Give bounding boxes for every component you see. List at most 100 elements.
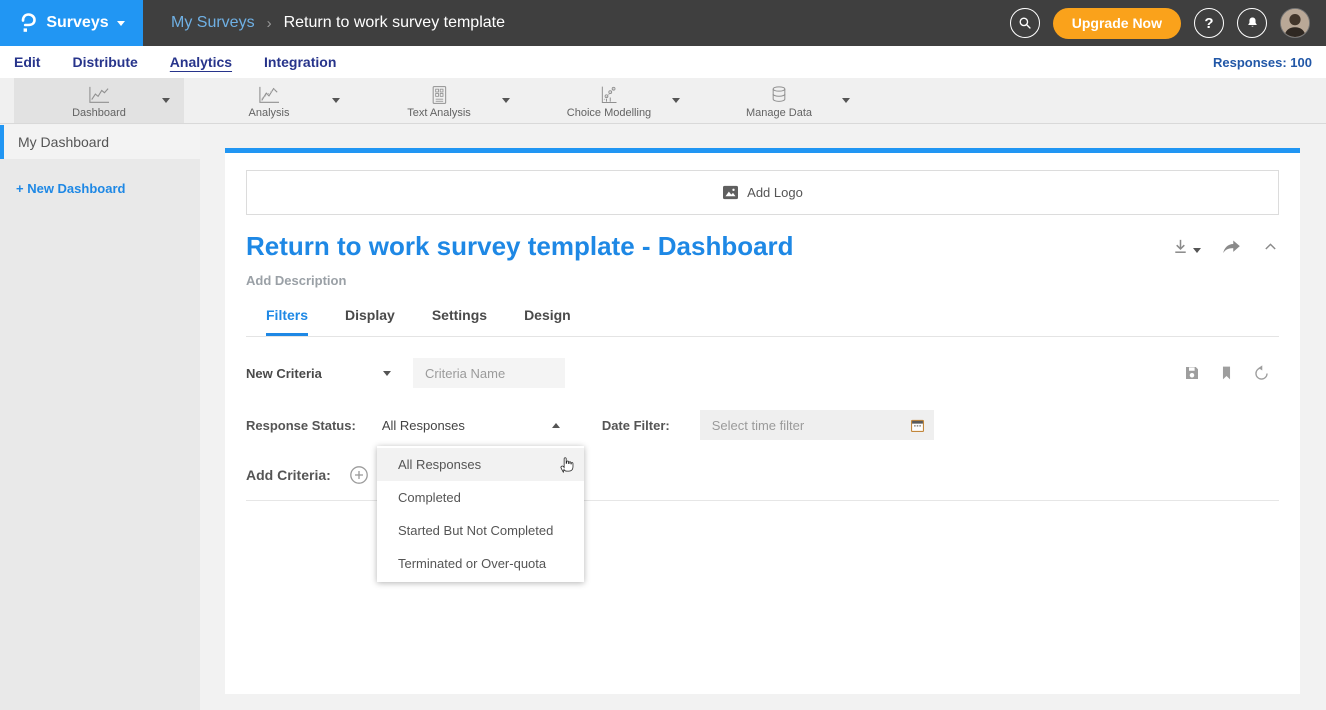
toolbar-item-analysis[interactable]: Analysis — [184, 78, 354, 123]
top-header: Surveys My Surveys › Return to work surv… — [0, 0, 1326, 46]
chevron-down-icon — [383, 371, 391, 376]
collapse-button[interactable] — [1262, 238, 1279, 255]
sidebar-item-label: My Dashboard — [18, 134, 109, 150]
brand-p-logo — [18, 12, 38, 34]
dropdown-option-started-not-completed[interactable]: Started But Not Completed — [377, 514, 584, 547]
toolbar-item-text-analysis[interactable]: Text Analysis — [354, 78, 524, 123]
save-icon — [1183, 364, 1201, 382]
toolbar-item-choice-modelling[interactable]: Choice Modelling — [524, 78, 694, 123]
dropdown-option-completed[interactable]: Completed — [377, 481, 584, 514]
toolbar-item-label: Text Analysis — [407, 107, 471, 119]
scatter-chart-icon — [598, 85, 620, 105]
filter-row: Response Status: All Responses Date Filt… — [246, 410, 1279, 440]
chevron-down-icon — [117, 21, 125, 26]
help-button[interactable]: ? — [1194, 8, 1224, 38]
nav-tab-edit[interactable]: Edit — [14, 54, 40, 70]
add-criteria-button[interactable] — [349, 465, 369, 485]
analytics-toolbar: Dashboard Analysis Text Analysis — [0, 78, 1326, 124]
line-chart-icon — [85, 85, 113, 105]
new-dashboard-link[interactable]: + New Dashboard — [16, 181, 125, 196]
tab-settings[interactable]: Settings — [432, 307, 487, 336]
chevron-up-icon — [1262, 238, 1279, 255]
add-logo-label: Add Logo — [747, 185, 803, 200]
date-filter-label: Date Filter: — [602, 418, 670, 433]
chevron-down-icon[interactable] — [502, 98, 510, 103]
page-title[interactable]: Return to work survey template - Dashboa… — [246, 231, 794, 262]
share-icon — [1221, 238, 1242, 256]
toolbar-item-label: Analysis — [249, 107, 290, 119]
toolbar-item-manage-data[interactable]: Manage Data — [694, 78, 864, 123]
notifications-button[interactable] — [1237, 8, 1267, 38]
chevron-down-icon[interactable] — [332, 98, 340, 103]
sidebar-item-my-dashboard[interactable]: My Dashboard — [0, 125, 200, 159]
bell-icon — [1245, 15, 1260, 31]
bookmark-icon — [1218, 364, 1235, 382]
criteria-actions — [1183, 364, 1271, 383]
criteria-name-input[interactable] — [413, 358, 565, 388]
breadcrumb: My Surveys › Return to work survey templ… — [171, 14, 505, 32]
response-status-dropdown: All Responses Completed Started But Not … — [377, 446, 584, 582]
response-status-value: All Responses — [382, 418, 465, 433]
criteria-row: New Criteria — [246, 358, 1279, 388]
brand-menu[interactable]: Surveys — [0, 0, 143, 46]
settings-tabs: Filters Display Settings Design — [246, 307, 1279, 337]
trend-chart-icon — [255, 85, 283, 105]
nav-tab-integration[interactable]: Integration — [264, 54, 336, 70]
dropdown-option-all-responses[interactable]: All Responses — [377, 448, 584, 481]
dashboard-sidebar: My Dashboard + New Dashboard — [0, 125, 200, 710]
title-row: Return to work survey template - Dashboa… — [246, 231, 1279, 262]
dropdown-option-terminated-overquota[interactable]: Terminated or Over-quota — [377, 547, 584, 580]
dropdown-option-label: Completed — [398, 490, 461, 505]
download-button[interactable] — [1171, 237, 1201, 256]
response-status-select[interactable]: All Responses — [382, 418, 560, 433]
search-icon — [1017, 15, 1033, 31]
chevron-down-icon[interactable] — [842, 98, 850, 103]
save-criteria-button[interactable] — [1183, 364, 1201, 382]
dashboard-panel: Add Logo Return to work survey template … — [225, 148, 1300, 694]
date-filter-field[interactable] — [700, 410, 934, 440]
dropdown-option-label: Started But Not Completed — [398, 523, 553, 538]
tab-display[interactable]: Display — [345, 307, 395, 336]
nav-tab-distribute[interactable]: Distribute — [72, 54, 137, 70]
add-logo-button[interactable]: Add Logo — [246, 170, 1279, 215]
image-icon — [722, 185, 739, 200]
search-button[interactable] — [1010, 8, 1040, 38]
cursor-pointer-icon — [557, 455, 574, 474]
toolbar-item-dashboard[interactable]: Dashboard — [14, 78, 184, 123]
download-icon — [1171, 237, 1190, 256]
reset-icon — [1252, 364, 1271, 383]
response-status-label: Response Status: — [246, 418, 356, 433]
breadcrumb-my-surveys[interactable]: My Surveys — [171, 14, 255, 32]
survey-nav: Edit Distribute Analytics Integration Re… — [0, 46, 1326, 78]
add-description-field[interactable]: Add Description — [246, 273, 1279, 288]
dropdown-option-label: Terminated or Over-quota — [398, 556, 546, 571]
toolbar-item-label: Dashboard — [72, 107, 126, 119]
nav-tab-analytics[interactable]: Analytics — [170, 54, 232, 70]
breadcrumb-separator: › — [267, 15, 272, 32]
bookmark-criteria-button[interactable] — [1218, 364, 1235, 382]
help-icon: ? — [1204, 15, 1213, 32]
database-icon — [768, 85, 790, 105]
reset-criteria-button[interactable] — [1252, 364, 1271, 383]
responses-count[interactable]: Responses: 100 — [1213, 55, 1312, 70]
calendar-icon[interactable] — [909, 417, 926, 434]
toolbar-item-label: Choice Modelling — [567, 107, 651, 119]
share-button[interactable] — [1221, 238, 1242, 256]
dropdown-option-label: All Responses — [398, 457, 481, 472]
plus-circle-icon — [349, 465, 369, 485]
chevron-down-icon[interactable] — [672, 98, 680, 103]
tab-filters[interactable]: Filters — [266, 307, 308, 336]
tab-design[interactable]: Design — [524, 307, 571, 336]
text-document-icon — [428, 85, 450, 105]
date-filter-input[interactable] — [700, 410, 909, 440]
chevron-down-icon[interactable] — [162, 98, 170, 103]
criteria-type-value: New Criteria — [246, 366, 322, 381]
breadcrumb-current-survey: Return to work survey template — [284, 14, 505, 32]
header-actions: Upgrade Now ? — [1010, 8, 1326, 39]
title-actions — [1171, 237, 1279, 256]
avatar[interactable] — [1280, 8, 1310, 38]
upgrade-now-button[interactable]: Upgrade Now — [1053, 8, 1181, 39]
product-name: Surveys — [46, 14, 108, 32]
add-criteria-label: Add Criteria: — [246, 467, 331, 483]
criteria-type-select[interactable]: New Criteria — [246, 366, 391, 381]
